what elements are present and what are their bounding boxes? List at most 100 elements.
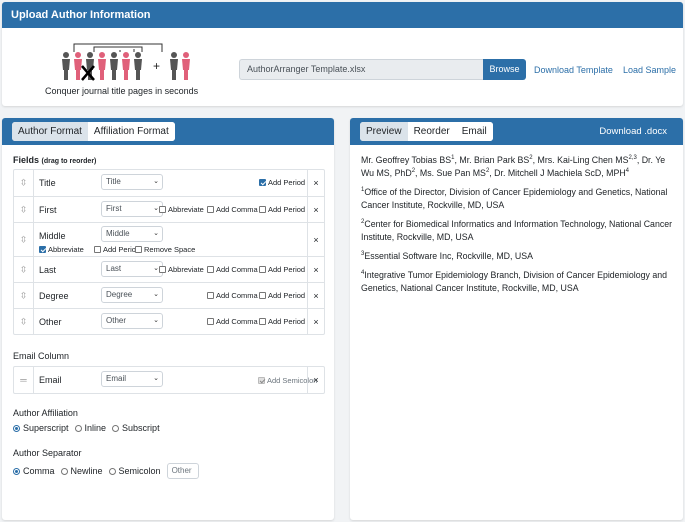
drag-handle-icon[interactable]: ⇳	[14, 257, 34, 282]
field-select[interactable]: Middle ⌄	[101, 226, 163, 242]
field-select[interactable]: Degree ⌄	[101, 287, 163, 303]
tab-author-format[interactable]: Author Format	[12, 122, 88, 141]
remove-field-button[interactable]: ×	[307, 309, 324, 334]
separator-other-input[interactable]: Other	[166, 463, 199, 479]
svg-text:+: +	[153, 59, 160, 73]
option-label: Abbreviate	[168, 205, 204, 214]
email-table: ═ Email Email ⌄ Add Semicolon ×	[13, 366, 325, 394]
file-input[interactable]: AuthorArranger Template.xlsx	[239, 59, 483, 80]
field-select[interactable]: Other ⌄	[101, 313, 163, 329]
email-row: ═ Email Email ⌄ Add Semicolon ×	[14, 367, 324, 393]
person-figure-icon	[110, 52, 118, 80]
option-add-comma[interactable]: Add Comma	[207, 291, 258, 300]
checkbox[interactable]	[207, 266, 214, 273]
field-name: Title	[39, 178, 56, 188]
field-select-value: Last	[106, 264, 122, 273]
remove-field-button[interactable]: ×	[307, 367, 324, 393]
checkbox[interactable]	[207, 292, 214, 299]
checkbox[interactable]	[259, 318, 266, 325]
checkbox[interactable]	[135, 246, 142, 253]
option-add-period[interactable]: Add Period	[259, 178, 305, 187]
checkbox[interactable]	[39, 246, 46, 253]
radio-label: Newline	[70, 466, 103, 476]
option-add-period[interactable]: Add Period	[259, 291, 305, 300]
tab-affiliation-format[interactable]: Affiliation Format	[87, 122, 175, 141]
checkbox[interactable]	[259, 206, 266, 213]
option-add-period[interactable]: Add Period	[94, 245, 140, 254]
author-name: Dr. Mitchell J Machiela ScD, MPH	[494, 168, 626, 178]
field-select[interactable]: Email ⌄	[101, 371, 163, 387]
radio-control[interactable]	[13, 424, 20, 432]
field-select[interactable]: First ⌄	[101, 201, 163, 217]
person-figure-icon	[98, 52, 106, 80]
author-list: Mr. Geoffrey Tobias BS1, Mr. Brian Park …	[361, 154, 675, 180]
option-add-period[interactable]: Add Period	[259, 265, 305, 274]
checkbox[interactable]	[259, 292, 266, 299]
close-icon: ×	[313, 234, 319, 245]
drag-handle-icon[interactable]: ⇳	[14, 309, 34, 334]
browse-button[interactable]: Browse	[483, 59, 526, 80]
checkbox[interactable]	[207, 318, 214, 325]
radio-inline[interactable]: Inline	[74, 423, 107, 433]
radio-control[interactable]	[60, 467, 68, 475]
option-abbreviate[interactable]: Abbreviate	[39, 245, 84, 254]
radio-superscript[interactable]: Superscript	[13, 423, 69, 433]
radio-control[interactable]	[13, 467, 20, 475]
tab-reorder[interactable]: Reorder	[407, 122, 456, 141]
tab-email[interactable]: Email	[455, 122, 493, 141]
option-label: Add Period	[268, 205, 306, 214]
option-abbreviate[interactable]: Abbreviate	[159, 265, 204, 274]
drag-handle-icon[interactable]: ⇳	[14, 170, 34, 196]
radio-label: Inline	[84, 423, 107, 433]
close-icon: ×	[313, 264, 319, 275]
author-superscript: 2,3	[628, 155, 637, 162]
affiliation-entry: 1Office of the Director, Division of Can…	[361, 186, 675, 212]
option-abbreviate[interactable]: Abbreviate	[159, 205, 204, 214]
radio-comma[interactable]: Comma	[13, 466, 55, 476]
remove-field-button[interactable]: ×	[307, 197, 324, 222]
download-docx-button[interactable]: Download .docx	[599, 118, 667, 145]
option-add-comma[interactable]: Add Comma	[207, 317, 258, 326]
load-sample-link[interactable]: Load Sample	[623, 65, 676, 75]
upload-card: Upload Author Information + Conquer jour…	[2, 2, 683, 106]
checkbox[interactable]	[259, 179, 266, 186]
option-add-comma[interactable]: Add Comma	[207, 265, 258, 274]
radio-semicolon[interactable]: Semicolon	[108, 466, 161, 476]
field-row-other: ⇳ Other Other ⌄ Add Comma Add Period ×	[14, 308, 324, 334]
radio-label: Comma	[23, 466, 55, 476]
option-remove-space[interactable]: Remove Space	[135, 245, 195, 254]
author-affiliation-heading: Author Affiliation	[13, 408, 78, 418]
remove-field-button[interactable]: ×	[307, 283, 324, 308]
remove-field-button[interactable]: ×	[307, 257, 324, 282]
checkbox[interactable]	[159, 266, 166, 273]
person-figure-icon	[122, 52, 130, 80]
radio-control[interactable]	[112, 424, 120, 432]
option-add-comma[interactable]: Add Comma	[207, 205, 258, 214]
radio-control[interactable]	[74, 424, 82, 432]
author-entry: Ms. Sue Pan MS2,	[420, 168, 494, 178]
download-template-link[interactable]: Download Template	[534, 65, 613, 75]
checkbox[interactable]	[159, 206, 166, 213]
radio-subscript[interactable]: Subscript	[112, 423, 160, 433]
option-add-period[interactable]: Add Period	[259, 317, 305, 326]
drag-handle-icon[interactable]: ⇳	[14, 283, 34, 308]
remove-field-button[interactable]: ×	[307, 223, 324, 256]
tab-preview[interactable]: Preview	[360, 122, 408, 141]
radio-control[interactable]	[108, 467, 116, 475]
field-row-title: ⇳ Title Title ⌄ Add Period ×	[14, 170, 324, 196]
checkbox[interactable]	[259, 266, 266, 273]
remove-field-button[interactable]: ×	[307, 170, 324, 196]
field-select[interactable]: Last ⌄	[101, 261, 163, 277]
close-icon: ×	[313, 375, 319, 385]
drag-handle-icon[interactable]: ⇳	[14, 197, 34, 222]
checkbox[interactable]	[94, 246, 101, 253]
affiliation-radios: Superscript Inline Subscript	[13, 423, 166, 433]
option-add-period[interactable]: Add Period	[259, 205, 305, 214]
affiliation-entry: 2Center for Biomedical Informatics and I…	[361, 218, 675, 244]
field-select[interactable]: Title ⌄	[101, 174, 163, 190]
radio-newline[interactable]: Newline	[60, 466, 103, 476]
drag-handle-icon[interactable]: ⇳	[14, 223, 34, 256]
checkbox[interactable]	[207, 206, 214, 213]
email-column-heading: Email Column	[13, 351, 70, 361]
upload-header: Upload Author Information	[2, 2, 683, 28]
